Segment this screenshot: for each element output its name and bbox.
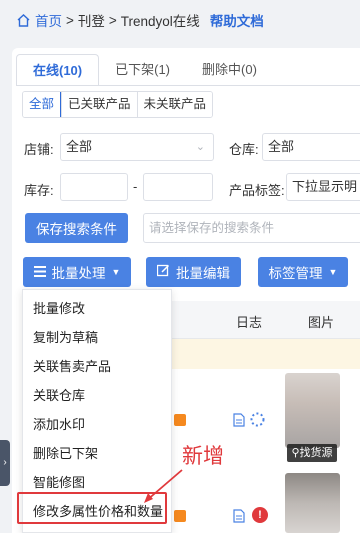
list-icon — [33, 265, 46, 280]
product-tag-placeholder: 下拉显示明 — [292, 179, 358, 194]
chevron-down-icon: ⌄ — [195, 141, 205, 153]
col-log: 日志 — [236, 315, 263, 330]
caret-down-icon: ▼ — [111, 267, 121, 277]
tag-manage-button[interactable]: 标签管理 ▼ — [258, 257, 348, 287]
orange-badge-icon — [174, 510, 186, 522]
find-source-label: 找货源 — [299, 447, 333, 459]
col-image: 图片 — [308, 315, 335, 330]
stock-label: 库存: — [24, 183, 54, 198]
tab-divider — [16, 85, 360, 86]
tab-online[interactable]: 在线(10) — [16, 54, 100, 86]
stock-max-input[interactable] — [143, 173, 213, 201]
stock-min-input[interactable] — [60, 173, 128, 201]
loading-icon — [250, 412, 265, 430]
tab-delisted[interactable]: 已下架(1) — [99, 54, 186, 86]
search-icon: ⚲ — [291, 447, 300, 459]
tag-manage-label: 标签管理 — [268, 266, 323, 281]
product-thumbnail[interactable] — [285, 473, 340, 533]
menu-item-batch-modify[interactable]: 批量修改 — [33, 298, 85, 317]
tab-deleting[interactable]: 删除中(0) — [186, 54, 273, 86]
edit-icon — [156, 264, 170, 280]
warehouse-select-value: 全部 — [268, 139, 295, 154]
breadcrumb-home[interactable]: 首页 — [35, 10, 62, 30]
warehouse-select[interactable]: 全部 — [262, 133, 360, 161]
store-select[interactable]: 全部 ⌄ — [60, 133, 214, 161]
breadcrumb: 首页 > 刊登 > Trendyol在线 帮助文档 — [0, 0, 360, 40]
store-label: 店铺: — [24, 142, 54, 157]
menu-item-copy-draft[interactable]: 复制为草稿 — [33, 327, 98, 346]
document-icon[interactable] — [233, 413, 245, 430]
product-tag-select[interactable]: 下拉显示明 — [286, 173, 360, 201]
table-notice-row — [172, 339, 360, 369]
home-icon[interactable] — [16, 13, 31, 28]
document-icon[interactable] — [233, 509, 245, 526]
orange-badge-icon — [174, 414, 186, 426]
menu-item-link-warehouse[interactable]: 关联仓库 — [33, 385, 85, 404]
find-source-button[interactable]: ⚲找货源 — [287, 444, 337, 462]
status-tabs: 在线(10) 已下架(1) 删除中(0) — [16, 54, 273, 86]
batch-process-label: 批量处理 — [51, 266, 106, 281]
batch-edit-label: 批量编辑 — [176, 266, 230, 281]
sidebar-collapse-handle[interactable]: › — [0, 440, 10, 486]
stock-range-dash: - — [133, 179, 138, 194]
error-icon: ! — [252, 507, 268, 523]
breadcrumb-current: Trendyol在线 — [120, 14, 200, 29]
segment-all[interactable]: 全部 — [23, 92, 62, 117]
link-filter-segment: 全部 已关联产品 未关联产品 — [22, 91, 214, 118]
save-search-button[interactable]: 保存搜索条件 — [25, 213, 128, 243]
arrow-annotation-icon — [144, 469, 183, 503]
new-annotation: 新增 — [182, 445, 224, 468]
store-select-value: 全部 — [66, 139, 93, 154]
batch-edit-button[interactable]: 批量编辑 — [146, 257, 241, 287]
segment-linked[interactable]: 已关联产品 — [61, 92, 137, 117]
help-doc-link[interactable]: 帮助文档 — [210, 10, 264, 30]
segment-unlinked[interactable]: 未关联产品 — [136, 92, 213, 117]
menu-item-delete-delisted[interactable]: 删除已下架 — [33, 443, 98, 462]
warehouse-label: 仓库: — [229, 142, 259, 157]
breadcrumb-separator: > — [108, 12, 117, 28]
menu-item-link-sale-product[interactable]: 关联售卖产品 — [33, 356, 111, 375]
table-header: 日志 图片 — [172, 301, 360, 339]
breadcrumb-publish[interactable]: 刊登 — [78, 10, 105, 30]
batch-process-button[interactable]: 批量处理 ▼ — [23, 257, 131, 287]
product-tag-label: 产品标签: — [229, 183, 285, 198]
menu-item-add-watermark[interactable]: 添加水印 — [33, 414, 85, 433]
product-thumbnail[interactable] — [285, 373, 340, 448]
breadcrumb-separator: > — [66, 12, 74, 28]
saved-search-select[interactable]: 请选择保存的搜索条件 — [143, 213, 360, 243]
menu-item-smart-retouch[interactable]: 智能修图 — [33, 472, 85, 491]
caret-down-icon: ▼ — [328, 267, 338, 277]
